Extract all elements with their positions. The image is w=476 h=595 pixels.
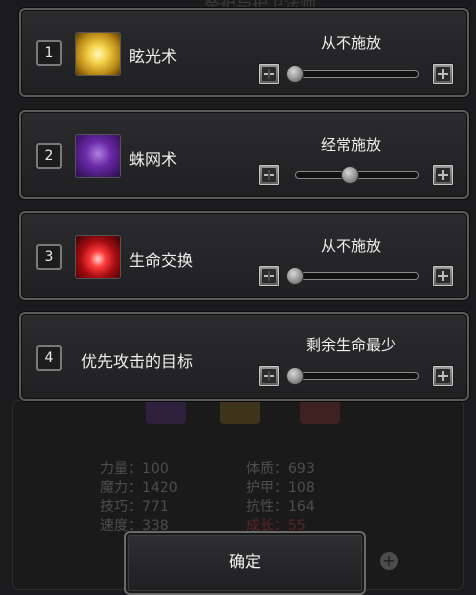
web-icon: [75, 134, 121, 178]
slider-thumb[interactable]: [286, 65, 304, 83]
row-number: 2: [36, 143, 62, 169]
frequency-slider[interactable]: [295, 70, 419, 78]
confirm-button[interactable]: 确定: [124, 531, 366, 595]
frequency-slider[interactable]: [295, 272, 419, 280]
stat-constitution: 体质：693: [246, 461, 315, 477]
frequency-label: 从不施放: [320, 34, 381, 52]
stat-skill: 技巧：771: [100, 499, 169, 515]
background-skill-icon: [220, 398, 260, 424]
priority-slider[interactable]: [295, 372, 419, 380]
row-number: 4: [36, 345, 62, 371]
decrease-button[interactable]: [258, 63, 280, 85]
skill-row-3: 3 生命交换 从不施放: [19, 211, 469, 300]
priority-label: 剩余生命最少: [305, 336, 396, 354]
target-priority-label: 优先攻击的目标: [81, 352, 194, 371]
skill-name: 蛛网术: [129, 150, 178, 169]
glare-icon: [75, 32, 121, 76]
slider-thumb[interactable]: [286, 367, 304, 385]
stat-strength: 力量：100: [100, 461, 169, 477]
skill-name: 生命交换: [129, 251, 194, 270]
life-swap-icon: [75, 235, 121, 279]
decrease-button[interactable]: [258, 265, 280, 287]
skill-row-2: 2 蛛网术 经常施放: [19, 110, 469, 199]
row-number: 1: [36, 40, 62, 66]
increase-button[interactable]: [432, 63, 454, 85]
increase-button[interactable]: [432, 365, 454, 387]
skill-row-1: 1 眩光术 从不施放: [19, 8, 469, 97]
frequency-label: 经常施放: [320, 136, 381, 154]
decrease-button[interactable]: [258, 164, 280, 186]
target-priority-row: 4 优先攻击的目标 剩余生命最少: [19, 312, 469, 401]
plus-icon: +: [380, 552, 398, 570]
row-number: 3: [36, 244, 62, 270]
stat-magic: 魔力：1420: [100, 480, 178, 496]
slider-thumb[interactable]: [341, 166, 359, 184]
increase-button[interactable]: [432, 265, 454, 287]
stat-resistance: 抗性：164: [246, 499, 315, 515]
skill-name: 眩光术: [129, 47, 178, 66]
background-skill-icon: [300, 398, 340, 424]
decrease-button[interactable]: [258, 365, 280, 387]
stat-armor: 护甲：108: [246, 480, 315, 496]
increase-button[interactable]: [432, 164, 454, 186]
background-skill-icon: [146, 398, 186, 424]
frequency-label: 从不施放: [320, 237, 381, 255]
slider-thumb[interactable]: [286, 267, 304, 285]
